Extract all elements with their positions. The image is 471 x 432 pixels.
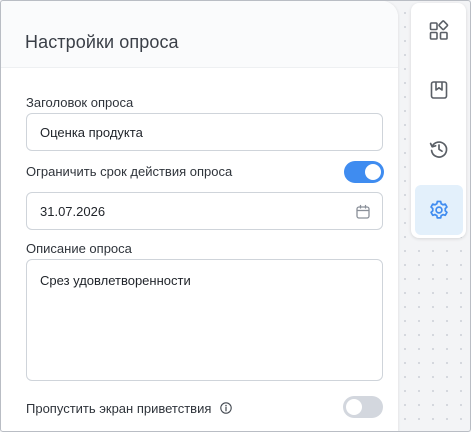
rail-history-button[interactable] [415,124,463,174]
panel-title: Настройки опроса [25,32,179,52]
survey-title-value: Оценка продукта [40,125,143,140]
rail-bookmark-button[interactable] [415,65,463,115]
description-value: Срез удовлетворенности [40,273,191,288]
skip-welcome-label: Пропустить экран приветствия [26,401,232,416]
calendar-icon[interactable] [355,204,371,220]
history-icon [429,141,448,158]
survey-title-input[interactable]: Оценка продукта [26,113,383,151]
survey-settings-panel: Настройки опроса Заголовок опроса Оценка… [1,1,398,432]
limit-duration-toggle[interactable] [344,161,384,183]
right-tool-rail [411,3,466,238]
limit-duration-label: Ограничить срок действия опроса [26,164,233,179]
expiry-date-value: 31.07.2026 [40,204,106,219]
skip-welcome-toggle[interactable] [343,396,383,418]
gear-icon [430,200,448,219]
info-icon[interactable] [220,402,232,414]
rail-settings-button[interactable] [415,185,463,235]
survey-title-label: Заголовок опроса [26,95,134,110]
description-label: Описание опроса [26,241,132,256]
bookmark-icon [430,81,448,99]
description-textarea[interactable]: Срез удовлетворенности [26,259,383,381]
rail-widgets-button[interactable] [415,6,463,56]
widgets-icon [429,20,449,40]
expiry-date-input[interactable]: 31.07.2026 [26,192,383,230]
toggle-knob [365,164,381,180]
skip-welcome-text: Пропустить экран приветствия [26,401,212,416]
toggle-knob [346,399,362,415]
